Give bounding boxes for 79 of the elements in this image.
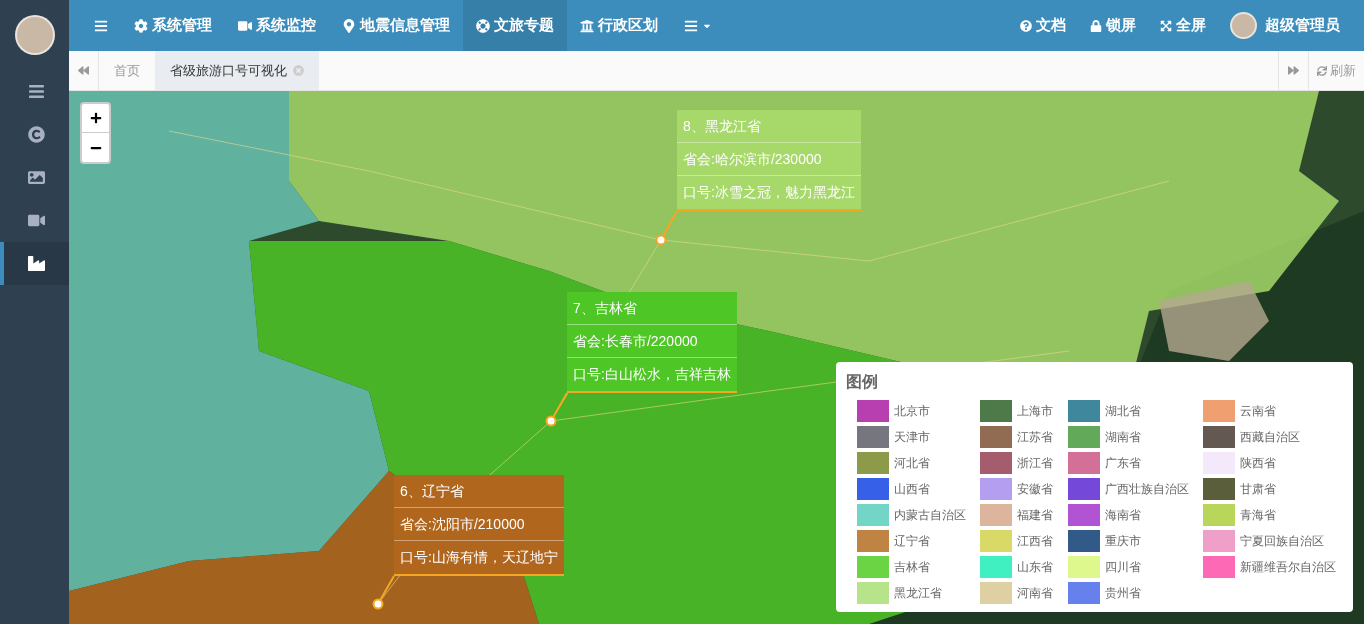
lock-icon <box>1090 19 1102 32</box>
legend-label: 浙江省 <box>1017 455 1053 472</box>
popup-capital: 省会:沈阳市/210000 <box>394 508 564 541</box>
legend-label: 贵州省 <box>1105 585 1141 602</box>
popup-capital: 省会:哈尔滨市/230000 <box>677 143 861 176</box>
page-tab[interactable]: 省级旅游口号可视化 <box>155 51 319 90</box>
avatar <box>1230 12 1257 39</box>
legend-label: 山西省 <box>894 481 930 498</box>
popup-title: 7、吉林省 <box>567 292 737 325</box>
video-camera-icon <box>238 18 252 33</box>
popup-slogan: 口号:山海有情，天辽地宁 <box>399 548 559 567</box>
nav-item[interactable]: 地震信息管理 <box>329 0 463 51</box>
copyright-icon <box>28 126 45 143</box>
map-marker[interactable] <box>372 575 395 610</box>
legend-label: 宁夏回族自治区 <box>1240 533 1324 550</box>
plus-icon <box>89 112 102 124</box>
legend-label: 青海省 <box>1240 507 1276 524</box>
expand-icon <box>1160 19 1172 32</box>
legend-label: 天津市 <box>894 429 930 446</box>
popup-title: 8、黑龙江省 <box>677 110 861 143</box>
refresh-icon <box>1317 65 1327 76</box>
popup-slogan: 口号:冰雪之冠，魅力黑龙江 <box>682 183 856 202</box>
legend-label: 湖南省 <box>1105 429 1141 446</box>
image-icon <box>28 169 45 186</box>
video-camera-icon <box>28 212 45 229</box>
sidebar-item[interactable] <box>0 242 69 285</box>
legend-label: 湖北省 <box>1105 403 1141 420</box>
legend-label: 辽宁省 <box>894 533 930 550</box>
legend-label: 甘肃省 <box>1240 481 1276 498</box>
legend-label: 广东省 <box>1105 455 1141 472</box>
legend-label: 海南省 <box>1105 507 1141 524</box>
nav-link[interactable]: 锁屏 <box>1078 0 1148 51</box>
avatar <box>14 15 55 55</box>
menu-icon <box>94 18 108 33</box>
help-icon <box>1020 19 1032 32</box>
legend-label: 云南省 <box>1240 403 1276 420</box>
popup-title: 6、辽宁省 <box>394 475 564 508</box>
list-icon <box>684 18 698 33</box>
legend-label: 陕西省 <box>1240 455 1276 472</box>
legend-label: 福建省 <box>1017 507 1053 524</box>
bank-icon <box>580 18 594 33</box>
nav-link[interactable]: 超级管理员 <box>1218 0 1352 51</box>
legend-label: 江苏省 <box>1017 429 1053 446</box>
nav-item[interactable]: 行政区划 <box>567 0 671 51</box>
life-ring-icon <box>476 18 490 33</box>
legend-title: 图例 <box>846 372 879 392</box>
legend-label: 上海市 <box>1017 403 1053 420</box>
factory-icon <box>28 255 45 272</box>
legend-label: 河南省 <box>1017 585 1053 602</box>
nav-item[interactable]: 系统管理 <box>121 0 225 51</box>
legend-label: 江西省 <box>1017 533 1053 550</box>
legend-label: 重庆市 <box>1105 533 1141 550</box>
legend-label: 四川省 <box>1105 559 1141 576</box>
legend-label: 吉林省 <box>894 559 930 576</box>
legend-label: 北京市 <box>894 403 930 420</box>
legend-label: 西藏自治区 <box>1240 429 1300 446</box>
nav-link[interactable]: 文档 <box>1008 0 1078 51</box>
legend-label: 安徽省 <box>1017 481 1053 498</box>
legend-label: 新疆维吾尔自治区 <box>1240 559 1336 576</box>
map-pin-icon <box>342 18 356 33</box>
gear-icon <box>134 18 148 33</box>
legend-label: 山东省 <box>1017 559 1053 576</box>
refresh-button[interactable]: 刷新 <box>1308 51 1364 90</box>
map-marker[interactable] <box>545 392 568 427</box>
legend-label: 内蒙古自治区 <box>894 507 966 524</box>
legend-label: 河北省 <box>894 455 930 472</box>
menu-icon <box>28 83 45 100</box>
nav-item[interactable]: 文旅专题 <box>463 0 567 51</box>
popup-slogan: 口号:白山松水，吉祥吉林 <box>572 365 732 384</box>
nav-link[interactable]: 全屏 <box>1148 0 1218 51</box>
popup-capital: 省会:长春市/220000 <box>567 325 737 358</box>
legend-label: 黑龙江省 <box>894 585 942 602</box>
legend-label: 广西壮族自治区 <box>1105 481 1189 498</box>
fast-forward-icon <box>1288 65 1299 76</box>
map-marker[interactable] <box>655 210 678 246</box>
page-tab[interactable]: 首页 <box>99 51 155 90</box>
rewind-icon <box>78 65 89 76</box>
map[interactable] <box>69 91 1364 624</box>
nav-item[interactable]: 系统监控 <box>225 0 329 51</box>
